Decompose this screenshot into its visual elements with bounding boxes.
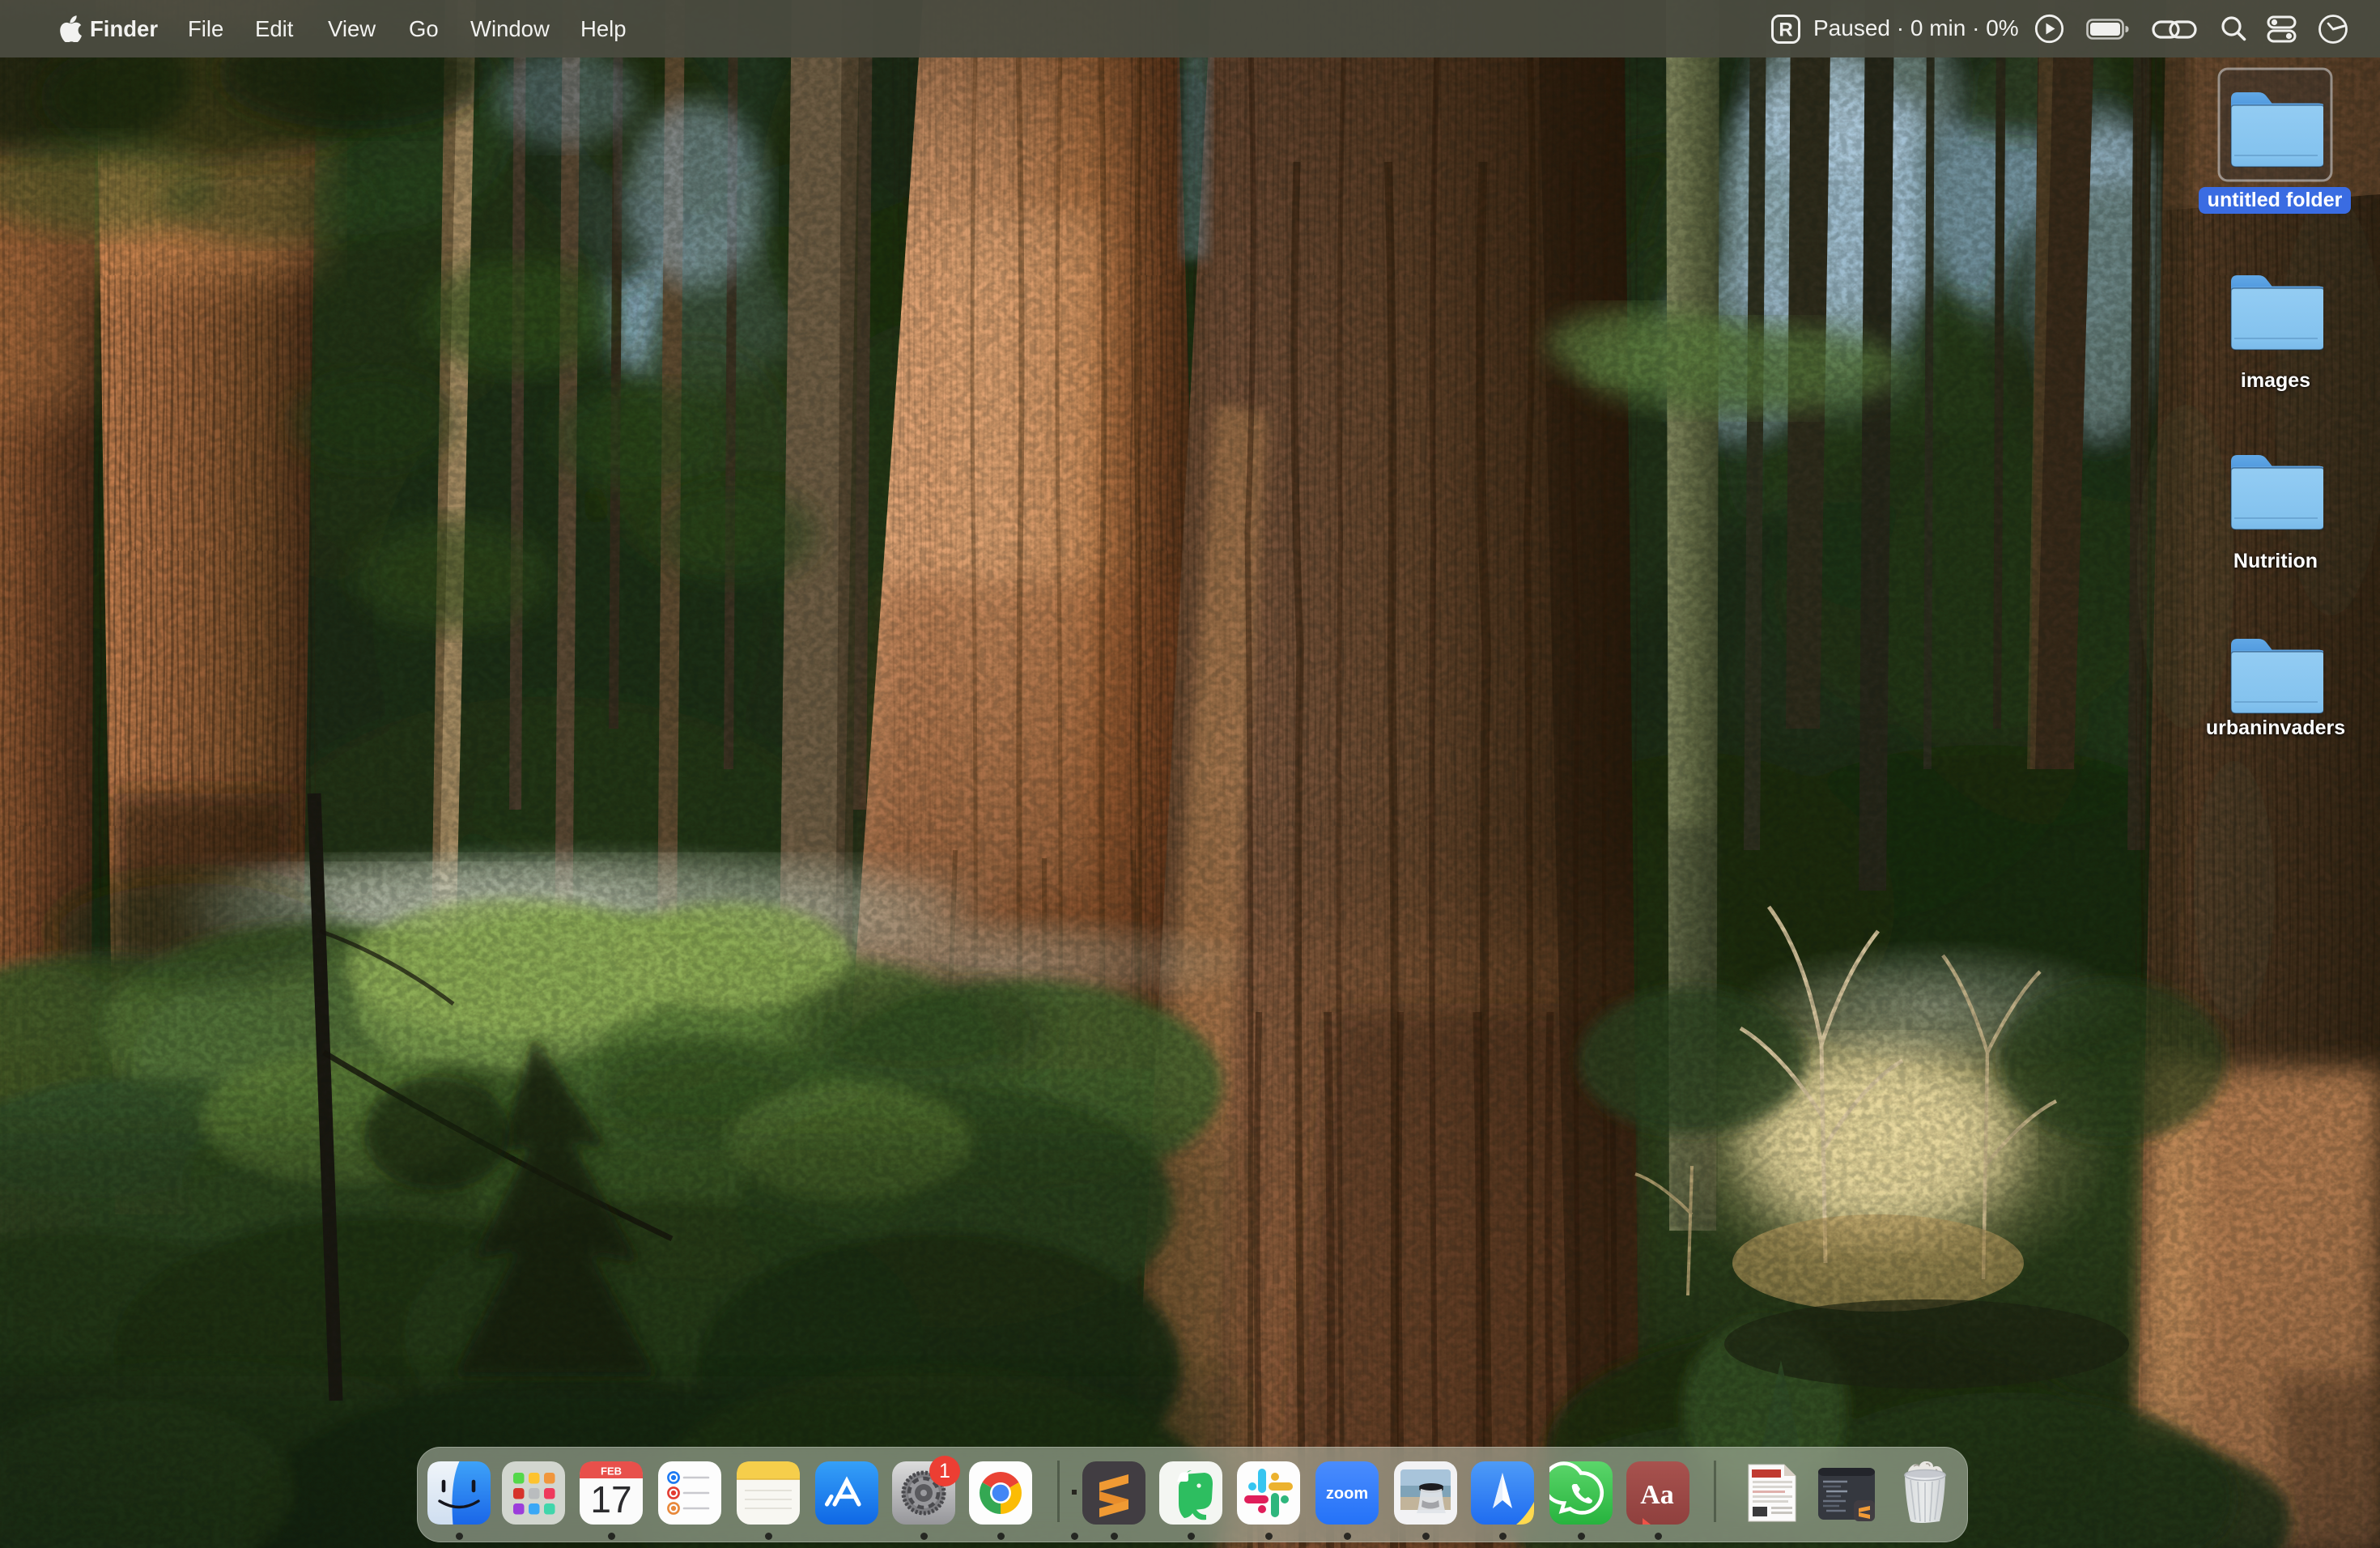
- svg-text:17: 17: [590, 1478, 631, 1520]
- svg-text:zoom: zoom: [1326, 1485, 1368, 1503]
- svg-text:R: R: [1779, 19, 1792, 41]
- svg-text:Aa: Aa: [1640, 1480, 1674, 1510]
- svg-text:FEB: FEB: [601, 1465, 622, 1478]
